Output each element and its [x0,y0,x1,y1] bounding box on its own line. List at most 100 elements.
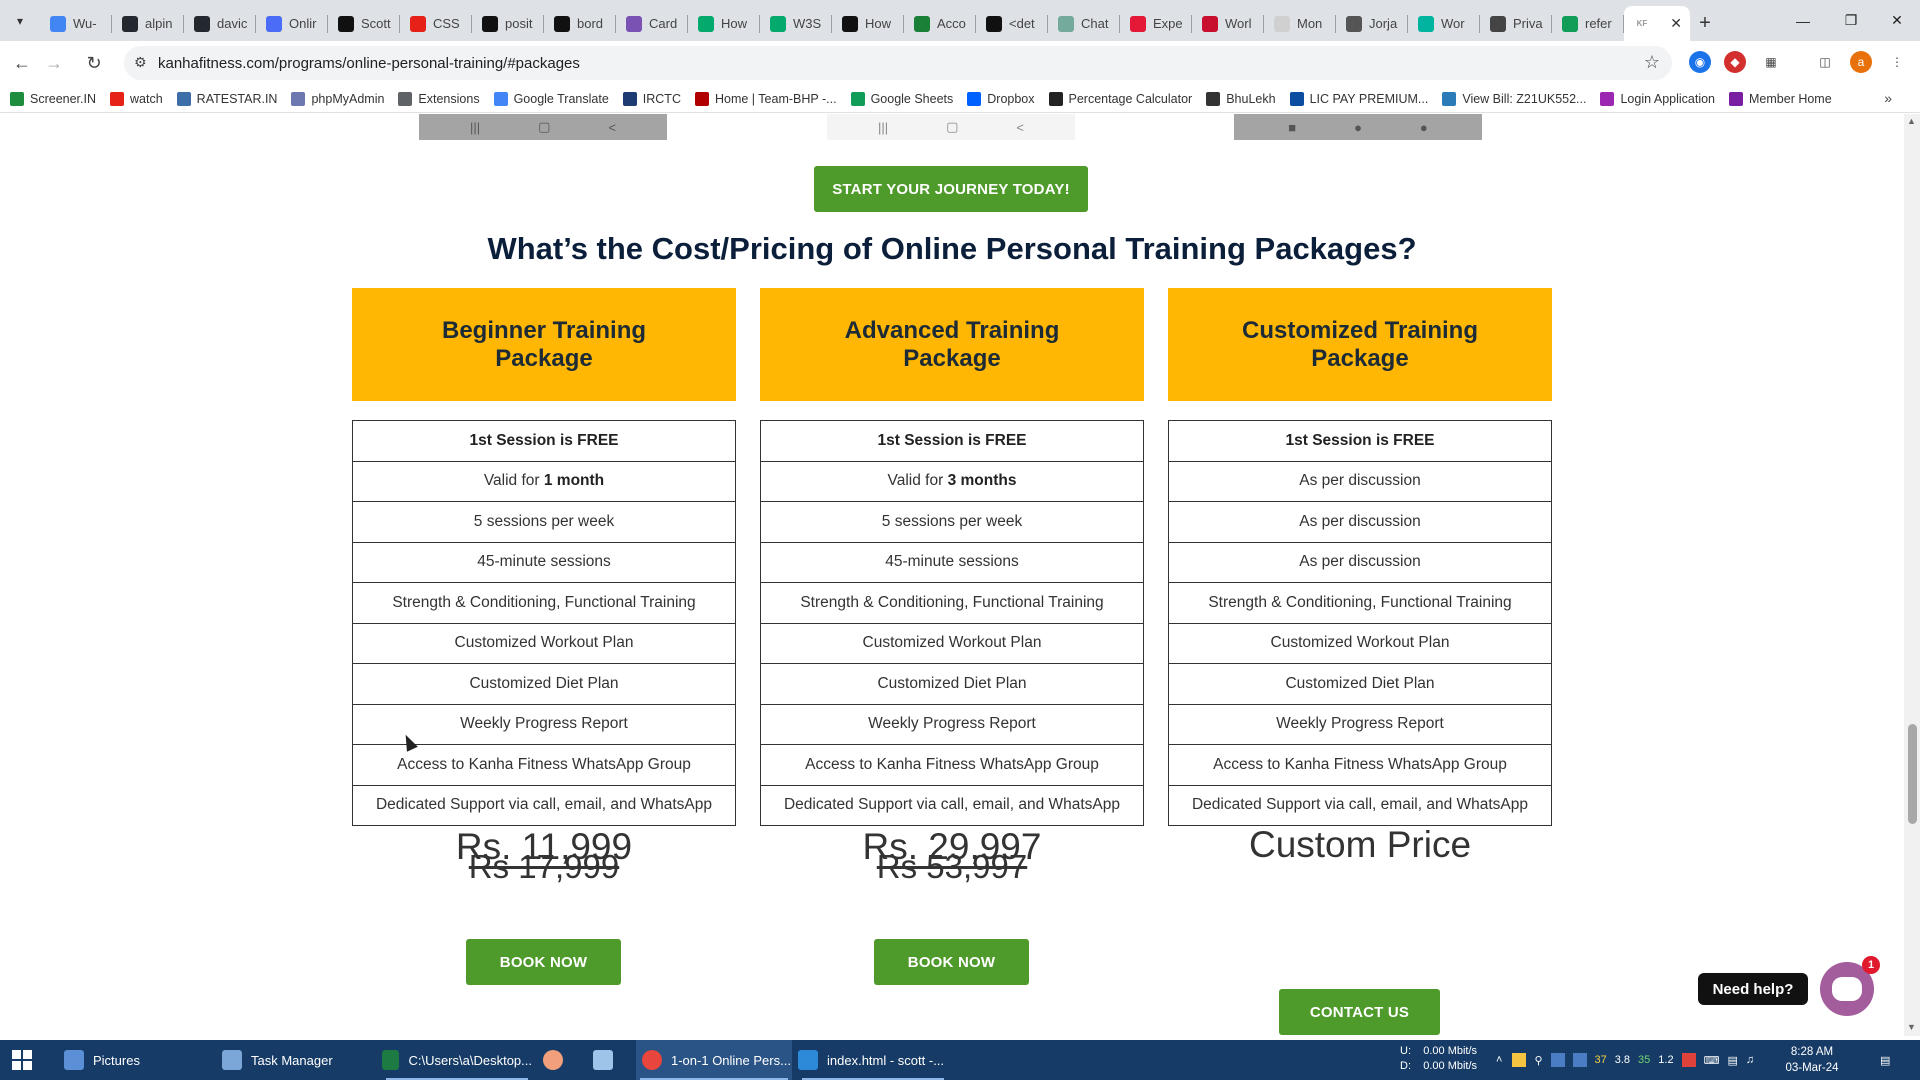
bookmark-label: LIC PAY PREMIUM... [1309,91,1429,106]
browser-tab[interactable]: How [832,6,904,41]
taskbar-item-notepad[interactable] [593,1040,623,1080]
profile-avatar[interactable]: a [1850,51,1872,73]
notification-center-icon[interactable]: ▤ [1880,1040,1890,1080]
volume-icon[interactable]: ♫ [1746,1054,1754,1066]
close-tab-icon[interactable]: ✕ [1670,15,1682,32]
beginner-features-table: 1st Session is FREE Valid for 1 month 5 se… [352,420,736,826]
contact-us-button[interactable]: CONTACT US [1279,989,1440,1035]
tray-app-icon[interactable] [1681,1053,1696,1067]
extension-icon[interactable]: ◉ [1689,51,1711,73]
side-panel-icon[interactable]: ◫ [1814,51,1836,73]
taskbar-item-task-manager[interactable]: Task Manager [222,1040,372,1080]
network-icon[interactable]: ▤ [1727,1054,1737,1067]
bookmark-item[interactable]: Google Translate [493,91,609,106]
tab-list: Wu-alpin davic Onlir Scott CSS posit bord Card H… [40,6,1720,41]
bookmark-item[interactable]: Login Application [1600,91,1715,106]
taskbar-item-chrome[interactable]: 1-on-1 Online Pers... [636,1040,792,1080]
browser-tab[interactable]: bord [544,6,616,41]
browser-tab[interactable]: Card [616,6,688,41]
bookmark-item[interactable]: Home | Team-BHP -... [694,91,837,106]
need-help-label[interactable]: Need help? [1698,973,1808,1005]
tray-chevron-icon[interactable]: ˄ [1496,1054,1502,1066]
extensions-puzzle-icon[interactable]: ▦ [1760,51,1782,73]
browser-tab[interactable]: Acco [904,6,976,41]
taskbar-clock[interactable]: 8:28 AM 03-Mar-24 [1782,1044,1842,1076]
more-bookmarks-chevron-icon[interactable]: » [1884,90,1892,106]
bookmark-item[interactable]: Percentage Calculator [1048,91,1192,106]
table-row: Weekly Progress Report [760,703,1144,745]
browser-tab[interactable]: Mon [1264,6,1336,41]
scroll-up-arrow-icon[interactable]: ▲ [1907,116,1916,126]
browser-tab[interactable]: Worl [1192,6,1264,41]
table-row: Strength & Conditioning, Functional Trai… [1168,582,1552,624]
back-arrow-icon[interactable]: ← [8,49,36,77]
active-browser-tab[interactable]: KF ✕ [1624,6,1690,41]
feature-text: 5 sessions per week [473,512,615,530]
validity-duration: 3 months [947,472,1017,490]
bookmark-item[interactable]: IRCTC [622,91,681,106]
tray-app-icon[interactable] [1512,1053,1527,1067]
tray-app-icon[interactable] [1550,1053,1565,1067]
browser-tab[interactable]: Wu- [40,6,112,41]
menu-kebab-icon[interactable]: ⋮ [1886,51,1908,73]
taskbar-item-pictures[interactable]: Pictures [60,1040,214,1080]
browser-tab[interactable]: posit [472,6,544,41]
browser-tab[interactable]: Scott [328,6,400,41]
windows-start-icon[interactable] [12,1050,32,1070]
taskbar-item-excel[interactable]: C:\Users\a\Desktop... [382,1040,532,1080]
browser-tab[interactable]: CSS [400,6,472,41]
bookmark-item[interactable]: Member Home [1729,91,1832,106]
advanced-book-now-button[interactable]: BOOK NOW [874,939,1029,985]
site-info-icon[interactable]: ⚙ [134,54,147,71]
scrollbar-thumb[interactable] [1908,724,1917,824]
page-scrollbar[interactable]: ▲ ▼ [1904,114,1920,1036]
table-row: Access to Kanha Fitness WhatsApp Group [760,744,1144,786]
reload-icon[interactable]: ↻ [80,49,108,77]
address-bar[interactable]: ⚙ kanhafitness.com/programs/online-perso… [124,46,1672,80]
bookmark-item[interactable]: RATESTAR.IN [176,91,277,106]
browser-tab[interactable]: Onlir [256,6,328,41]
bookmark-item[interactable]: BhuLekh [1206,91,1276,106]
browser-tab[interactable]: davic [184,6,256,41]
feature-text: Strength & Conditioning, Functional Trai… [392,593,696,611]
browser-tab[interactable]: Wor [1408,6,1480,41]
browser-tab[interactable]: W3S [760,6,832,41]
tray-app-icon[interactable] [1572,1053,1587,1067]
browser-tab[interactable]: alpin [112,6,184,41]
bookmark-item[interactable]: Dropbox [967,91,1035,106]
feature-text: Weekly Progress Report [868,715,1036,733]
new-tab-plus-icon[interactable]: + [1690,6,1720,41]
minimize-window-button[interactable]: — [1780,0,1826,41]
url-text[interactable]: kanhafitness.com/programs/online-persona… [158,55,580,72]
start-journey-button[interactable]: START YOUR JOURNEY TODAY! [814,166,1088,212]
forward-arrow-icon[interactable]: → [40,49,68,77]
bookmark-item[interactable]: LIC PAY PREMIUM... [1289,91,1429,106]
browser-tab[interactable]: <det [976,6,1048,41]
bookmark-item[interactable]: phpMyAdmin [291,91,384,106]
browser-tab[interactable]: Priva [1480,6,1552,41]
taskbar-item-vscode[interactable]: index.html - scott -... [798,1040,948,1080]
beginner-book-now-button[interactable]: BOOK NOW [466,939,621,985]
browser-tab[interactable]: Chat [1048,6,1120,41]
browser-tab[interactable]: refer [1552,6,1624,41]
bookmark-item[interactable]: Extensions [398,91,480,106]
close-window-button[interactable]: ✕ [1874,0,1920,41]
bookmark-item[interactable]: watch [110,91,163,106]
bookmark-favicon-icon [967,91,982,106]
bookmark-item[interactable]: Google Sheets [850,91,953,106]
browser-tab[interactable]: How [688,6,760,41]
taskbar-item-app[interactable] [543,1040,573,1080]
bookmark-star-icon[interactable]: ☆ [1644,52,1660,73]
bookmark-item[interactable]: View Bill: Z21UK552... [1442,91,1586,106]
tray-readout: 1.2 [1658,1054,1674,1066]
keyboard-icon[interactable]: ⌨ [1704,1054,1720,1067]
tab-search-chevron-icon[interactable]: ▾ [8,9,32,33]
restore-window-button[interactable]: ❐ [1828,0,1874,41]
search-icon[interactable]: ⚲ [1534,1054,1542,1067]
scroll-down-arrow-icon[interactable]: ▼ [1907,1022,1916,1032]
tab-title: bord [577,16,604,31]
browser-tab[interactable]: Jorja [1336,6,1408,41]
shield-extension-icon[interactable]: ◆ [1724,51,1746,73]
browser-tab[interactable]: Expe [1120,6,1192,41]
bookmark-item[interactable]: Screener.IN [10,91,96,106]
